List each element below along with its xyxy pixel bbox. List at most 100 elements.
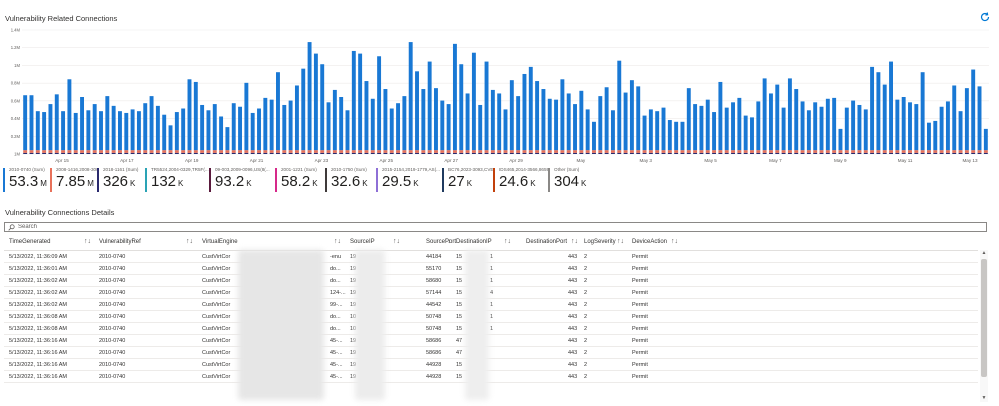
bar-segment-secondary [313,150,318,153]
bar-segment-primary [174,112,179,151]
legend-tile[interactable]: 09-003,2009-0096,US(8(... 93.2 K [209,167,275,193]
cell-deviceaction: Permit [632,290,648,296]
col-deviceaction[interactable]: DeviceAction [632,239,667,245]
sort-icon[interactable]: ↑↓ [504,238,511,245]
bar-segment-other [939,152,944,154]
bar-segment-secondary [800,150,805,153]
table-row[interactable]: 5/13/2022, 11:36:08 AM 2010-0740 CustVirtC… [4,311,978,323]
table-row[interactable]: 5/13/2022, 11:36:02 AM 2010-0740 CustVirtC… [4,299,978,311]
bar-segment-other [686,152,691,154]
bar-segment-primary [901,97,906,151]
vertical-scrollbar[interactable]: ▲ ▼ [980,250,988,402]
bar-segment-primary [655,111,660,151]
bar-segment-secondary [351,150,356,153]
bar-segment-other [674,152,679,154]
table-row[interactable]: 5/13/2022, 11:36:16 AM 2010-0740 CustVirtC… [4,359,978,371]
cell-deviceaction: Permit [632,254,648,260]
legend-tile[interactable]: 2001-1221 (Sum) 58.2 K [275,167,325,193]
bar-segment-other [636,152,641,154]
legend-tile[interactable]: BC76,2023-3093,CVE4(...27K [442,167,493,193]
col-logseverity[interactable]: LogSeverity [584,239,616,245]
bar-segment-primary [206,110,211,151]
search-box[interactable] [4,222,987,232]
sort-icon[interactable]: ↑↓ [571,238,578,245]
bar-segment-secondary [263,150,268,153]
legend-tile[interactable]: 2018-1161 (Sum) 326 K [97,167,145,193]
legend-tile[interactable]: 2010-1750 (Sum) 32.6 K [325,167,376,193]
col-destinationport[interactable]: DestinationPort [526,239,567,245]
sort-icon[interactable]: ↑↓ [617,238,624,245]
search-input[interactable] [18,224,986,230]
table-row[interactable]: 5/13/2022, 11:36:16 AM 2010-0740 CustVirtC… [4,335,978,347]
bar-segment-secondary [857,150,862,153]
bar-segment-secondary [908,150,912,153]
bar-segment-secondary [781,150,786,153]
table-row[interactable]: 5/13/2022, 11:36:09 AM 2010-0740 CustVirtC… [4,251,978,263]
scroll-down-icon[interactable]: ▼ [980,395,988,402]
cell-logseverity: 2 [584,362,588,368]
legend-tile[interactable]: IDS465,2014-3566,86590(...24.6K [493,167,548,193]
bar-segment-other [168,152,173,154]
table-row[interactable]: 5/13/2022, 11:36:01 AM 2010-0740 CustVirtC… [4,263,978,275]
table-row[interactable]: 5/13/2022, 11:36:16 AM 2010-0740 CustVirtC… [4,371,978,383]
x-tick-label: Apr 29 [509,158,523,163]
bar-segment-secondary [484,150,489,153]
bar-segment-primary [775,84,780,151]
bar-segment-primary [497,93,502,151]
bar-segment-other [452,152,457,154]
col-sourceip[interactable]: SourceIP [350,239,375,245]
legend-tile[interactable]: Other (Sum) 304 K [548,167,608,193]
tile-unit: K [581,179,587,188]
bar-segment-other [775,152,780,154]
col-vulnerabilityref[interactable]: VulnerabilityRef [99,239,141,245]
tile-color-bar [325,168,327,192]
bar-segment-secondary [155,150,160,153]
legend-tile[interactable]: 2010-0740 (Sum) 53.3 M [3,167,50,193]
grid-header: TimeGenerated ↑↓ VulnerabilityRef ↑↓ Vir… [4,236,978,251]
bar-segment-secondary [408,150,413,153]
bar-segment-primary [231,103,236,151]
col-destinationip[interactable]: DestinationIP [456,239,492,245]
table-row[interactable]: 5/13/2022, 11:36:02 AM 2010-0740 CustVirtC… [4,275,978,287]
bar-segment-primary [920,72,925,151]
refresh-icon[interactable] [979,11,991,23]
bar-segment-other [238,152,243,154]
sort-icon[interactable]: ↑↓ [334,238,341,245]
scroll-up-icon[interactable]: ▲ [980,250,988,257]
cell-destinationport: 443 [568,278,578,284]
sort-icon[interactable]: ↑↓ [671,238,678,245]
bar-segment-other [48,152,53,154]
grid-body: 5/13/2022, 11:36:09 AM 2010-0740 CustVirtC… [4,251,978,383]
legend-tile[interactable]: 2015-2154,2019-1779,AS(... 29.5 K [376,167,442,193]
bar-segment-secondary [364,150,369,153]
sort-icon[interactable]: ↑↓ [393,238,400,245]
scroll-thumb[interactable] [981,259,987,377]
sort-icon[interactable]: ↑↓ [444,238,451,245]
bar-segment-other [768,152,773,154]
col-timegenerated[interactable]: TimeGenerated [9,239,50,245]
bar-segment-other [143,152,148,154]
bar-segment-other [42,152,47,154]
bar-segment-primary [408,42,413,151]
table-row[interactable]: 5/13/2022, 11:36:08 AM 2010-0740 CustVirtC… [4,323,978,335]
col-sourceport[interactable]: SourcePort [426,239,456,245]
cell-time: 5/13/2022, 11:36:16 AM [9,362,67,368]
table-row[interactable]: 5/13/2022, 11:36:02 AM 2010-0740 CustVirtC… [4,287,978,299]
bar-segment-other [490,152,495,154]
bar-segment-other [124,152,129,154]
cell-time: 5/13/2022, 11:36:16 AM [9,374,67,380]
sort-icon[interactable]: ↑↓ [84,238,91,245]
legend-tile[interactable]: 2008-1416,2008-3008(...7.85M [50,167,97,193]
tile-value: 58.2 [281,173,311,190]
bar-segment-secondary [724,150,729,153]
bar-segment-other [750,152,754,154]
bar-segment-secondary [636,150,641,153]
table-row[interactable]: 5/13/2022, 11:36:16 AM 2010-0740 CustVirtC… [4,347,978,359]
legend-tile[interactable]: TR5524,2004-0329,TR5F(... 132 K [145,167,209,193]
bar-segment-other [99,152,103,154]
bar-segment-other [535,152,540,154]
bar-segment-other [743,152,748,154]
bar-segment-primary [200,104,205,151]
col-virtualengine[interactable]: VirtualEngine [202,239,238,245]
sort-icon[interactable]: ↑↓ [186,238,193,245]
